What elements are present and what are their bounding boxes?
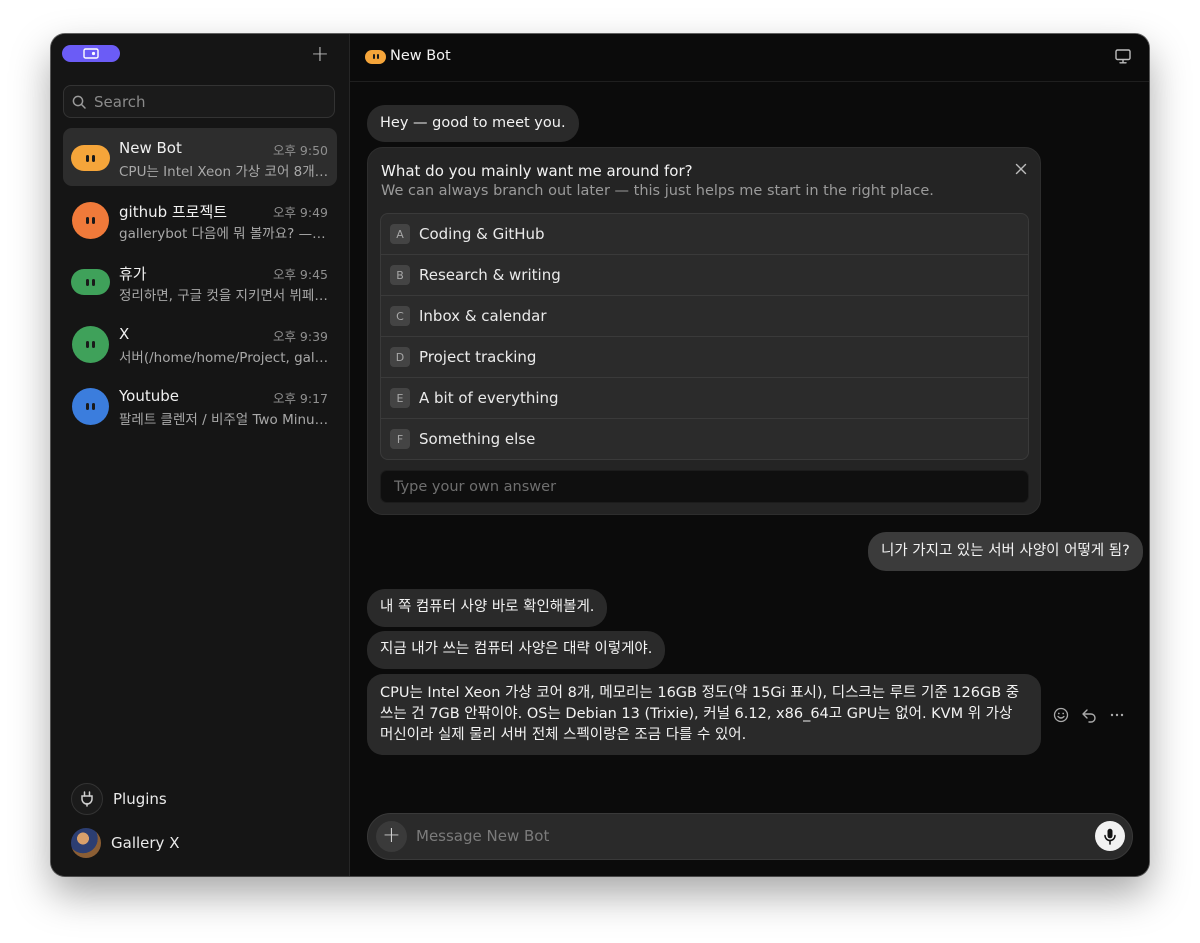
bot-avatar-icon [72,326,109,363]
chat-preview: 팔레트 클렌저 / 비주얼 Two Minut... [119,412,329,428]
plugins-label: Plugins [113,790,167,808]
user-message: 니가 가지고 있는 서버 사양이 어떻게 됨? [868,532,1143,571]
option-a[interactable]: A Coding & GitHub [381,214,1028,255]
option-key: B [390,265,410,285]
bot-message: 지금 내가 쓰는 컴퓨터 사양은 대략 이렇게야. [367,631,666,669]
option-c[interactable]: C Inbox & calendar [381,296,1028,337]
attach-button[interactable]: + [376,821,407,852]
question-subtitle: We can always branch out later — this ju… [381,183,934,199]
chat-header: New Bot [350,34,1149,82]
chat-title: New Bot [390,48,451,64]
option-label: Project tracking [419,348,537,366]
user-name: Gallery X [111,834,180,852]
message-input[interactable] [414,826,1078,846]
search-input[interactable] [92,91,326,112]
chat-time: 오후 9:45 [272,267,328,282]
option-f[interactable]: F Something else [381,419,1028,459]
chat-name: Youtube [119,387,179,405]
option-e[interactable]: E A bit of everything [381,378,1028,419]
message-actions [1052,706,1126,724]
option-key: C [390,306,410,326]
search-icon [72,95,86,109]
option-label: Inbox & calendar [419,307,547,325]
option-key: F [390,429,410,449]
plugins-button[interactable]: Plugins [71,783,167,815]
question-card: What do you mainly want me around for? W… [367,147,1041,515]
option-b[interactable]: B Research & writing [381,255,1028,296]
close-icon[interactable] [1015,160,1027,179]
chat-preview: CPU는 Intel Xeon 가상 코어 8개, ... [119,164,329,180]
option-label: A bit of everything [419,389,559,407]
chat-time: 오후 9:49 [272,205,328,220]
chat-preview: 정리하면, 구글 컷을 지키면서 뷔페 ... [119,288,329,304]
reply-icon[interactable] [1080,706,1098,724]
chat-time: 오후 9:39 [272,329,328,344]
search-box[interactable] [63,85,335,118]
bot-message: Hey — good to meet you. [367,105,579,142]
sidebar: + New Bot 오후 9:50 CPU는 Intel Xeon 가상 코어 … [51,34,350,876]
chat-name: New Bot [119,139,182,157]
own-answer-field[interactable] [380,470,1029,503]
bot-avatar-icon [71,145,110,171]
chat-item-github[interactable]: github 프로젝트 오후 9:49 gallerybot 다음에 뭐 볼까요… [63,190,337,248]
chat-item-vacation[interactable]: 휴가 오후 9:45 정리하면, 구글 컷을 지키면서 뷔페 ... [63,252,337,310]
option-d[interactable]: D Project tracking [381,337,1028,378]
bot-message: CPU는 Intel Xeon 가상 코어 8개, 메모리는 16GB 정도(약… [367,674,1041,755]
more-icon[interactable] [1108,706,1126,724]
chat-time: 오후 9:17 [272,391,328,406]
new-chat-button[interactable]: + [309,44,331,67]
chat-item-youtube[interactable]: Youtube 오후 9:17 팔레트 클렌저 / 비주얼 Two Minut.… [63,376,337,434]
workspace-switcher[interactable] [62,45,120,62]
option-label: Coding & GitHub [419,225,545,243]
bot-avatar-icon [72,202,109,239]
option-key: D [390,347,410,367]
chat-name: 휴가 [119,265,147,283]
chat-time: 오후 9:50 [272,143,328,158]
user-avatar [71,828,101,858]
monitor-icon[interactable] [1115,49,1131,64]
message-composer: + [367,813,1133,860]
mic-icon [1104,828,1116,845]
plug-icon [71,783,103,815]
chat-item-new-bot[interactable]: New Bot 오후 9:50 CPU는 Intel Xeon 가상 코어 8개… [63,128,337,186]
option-key: A [390,224,410,244]
chat-preview: 서버(/home/home/Project, gall... [119,350,329,366]
chat-preview: gallerybot 다음에 뭐 볼까요? — A... [119,226,329,242]
chat-name: github 프로젝트 [119,203,228,221]
option-label: Something else [419,430,536,448]
chat-main: New Bot Hey — good to meet you. What do … [350,34,1149,876]
bot-avatar-icon [365,50,386,64]
emoji-react-icon[interactable] [1052,706,1070,724]
chat-item-x[interactable]: X 오후 9:39 서버(/home/home/Project, gall... [63,314,337,372]
option-label: Research & writing [419,266,561,284]
chat-list: New Bot 오후 9:50 CPU는 Intel Xeon 가상 코어 8개… [63,128,337,438]
chat-name: X [119,325,130,343]
option-key: E [390,388,410,408]
own-answer-input[interactable] [392,477,996,496]
answer-options: A Coding & GitHub B Research & writing C… [380,213,1029,460]
question-title: What do you mainly want me around for? [381,162,693,180]
bot-message: 내 쪽 컴퓨터 사양 바로 확인해볼게. [367,589,608,627]
app-window: + New Bot 오후 9:50 CPU는 Intel Xeon 가상 코어 … [51,34,1149,876]
bot-avatar-icon [72,388,109,425]
mic-button[interactable] [1095,821,1125,851]
user-profile-button[interactable]: Gallery X [71,828,179,858]
bot-avatar-icon [71,269,110,295]
workspace-icon [83,48,99,59]
